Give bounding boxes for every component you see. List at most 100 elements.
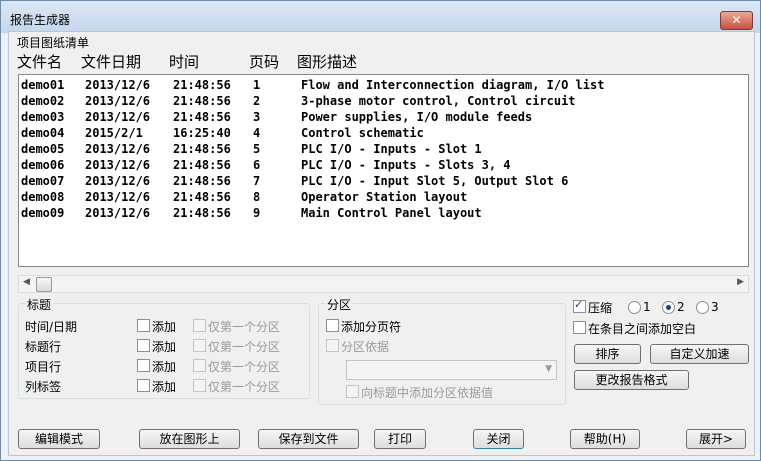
cell-time: 21:48:56 <box>173 78 231 92</box>
cell-page: 8 <box>253 190 261 204</box>
add-column-label-label: 添加 <box>152 380 177 394</box>
drawing-list[interactable]: demo01 2013/12/6 21:48:56 1 Flow and Interco… <box>18 74 749 267</box>
cell-description: Power supplies, I/O module feeds <box>301 110 533 124</box>
titles-group-legend: 标题 <box>25 296 54 313</box>
cell-time: 21:48:56 <box>173 190 231 204</box>
datetime-first-only-label: 仅第一个分区 <box>208 320 281 334</box>
compress-radio-2[interactable] <box>662 301 675 314</box>
add-column-label-checkbox[interactable] <box>137 379 150 392</box>
cell-filename: demo07 <box>21 174 65 188</box>
cell-filename: demo08 <box>21 190 65 204</box>
save-to-file-button[interactable]: 保存到文件 <box>258 429 359 449</box>
scroll-thumb[interactable] <box>36 277 52 292</box>
edit-mode-button[interactable]: 编辑模式 <box>18 429 100 449</box>
list-caption: 项目图纸清单 <box>17 36 90 50</box>
cell-filename: demo03 <box>21 110 65 124</box>
cell-page: 1 <box>253 78 261 92</box>
help-button[interactable]: 帮助(H) <box>570 429 640 449</box>
expand-button[interactable]: 展开> <box>686 429 746 449</box>
cell-description: Control schematic <box>301 126 424 140</box>
cell-filename: demo06 <box>21 158 65 172</box>
cell-description: 3-phase motor control, Control circuit <box>301 94 576 108</box>
horizontal-scrollbar[interactable]: ◀ ▶ <box>18 275 749 293</box>
column-header-page: 页码 <box>249 53 280 71</box>
close-button[interactable]: 关闭 <box>473 429 524 449</box>
add-to-title-label: 向标题中添加分区依据值 <box>361 386 494 400</box>
cell-description: Operator Station layout <box>301 190 468 204</box>
section-by-combobox[interactable]: ▼ <box>346 360 557 380</box>
title-first-only-label: 仅第一个分区 <box>208 340 281 354</box>
add-to-title-checkbox[interactable] <box>346 385 359 398</box>
list-row[interactable]: demo04 2015/2/1 16:25:40 4 Control schematic <box>19 125 748 141</box>
list-row[interactable]: demo08 2013/12/6 21:48:56 8 Operator Station… <box>19 189 748 205</box>
add-project-checkbox[interactable] <box>137 359 150 372</box>
column-first-only-label: 仅第一个分区 <box>208 380 281 394</box>
add-project-label: 添加 <box>152 360 177 374</box>
cell-page: 2 <box>253 94 261 108</box>
cell-page: 3 <box>253 110 261 124</box>
scroll-left-icon[interactable]: ◀ <box>23 277 30 287</box>
column-header-date: 文件日期 <box>81 53 142 71</box>
cell-time: 21:48:56 <box>173 94 231 108</box>
custom-accelerate-button[interactable]: 自定义加速 <box>650 344 749 364</box>
list-row[interactable]: demo03 2013/12/6 21:48:56 3 Power supplies, … <box>19 109 748 125</box>
cell-filename: demo04 <box>21 126 65 140</box>
cell-date: 2013/12/6 <box>85 94 151 108</box>
cell-page: 5 <box>253 142 261 156</box>
cell-filename: demo02 <box>21 94 65 108</box>
cell-page: 7 <box>253 174 261 188</box>
cell-page: 4 <box>253 126 261 140</box>
add-blank-label: 在条目之间添加空白 <box>588 322 697 336</box>
close-window-button[interactable]: ✕ <box>720 11 753 30</box>
list-row[interactable]: demo02 2013/12/6 21:48:56 2 3-phase motor co… <box>19 93 748 109</box>
list-row[interactable]: demo09 2013/12/6 21:48:56 9 Main Control Pan… <box>19 205 748 221</box>
print-button[interactable]: 打印 <box>374 429 426 449</box>
compress-radio-1-label: 1 <box>643 300 651 314</box>
cell-time: 21:48:56 <box>173 174 231 188</box>
compress-checkbox[interactable] <box>573 298 586 313</box>
cell-time: 21:48:56 <box>173 110 231 124</box>
add-blank-checkbox[interactable] <box>573 321 586 334</box>
change-format-button[interactable]: 更改报告格式 <box>574 370 689 390</box>
list-row[interactable]: demo01 2013/12/6 21:48:56 1 Flow and Interco… <box>19 77 748 93</box>
title-first-only-checkbox[interactable] <box>193 339 206 352</box>
scroll-right-icon[interactable]: ▶ <box>737 277 744 287</box>
report-generator-window: 报告生成器 ✕ 项目图纸清单 文件名 文件日期 时间 页码 图形描述 demo0… <box>0 0 761 461</box>
title-row-label-column: 列标签 <box>25 380 62 394</box>
add-page-break-checkbox[interactable] <box>326 319 339 332</box>
add-title-label: 添加 <box>152 340 177 354</box>
section-by-checkbox[interactable] <box>326 339 339 352</box>
chevron-down-icon[interactable]: ▼ <box>545 364 552 374</box>
compress-radio-2-label: 2 <box>677 300 685 314</box>
cell-description: PLC I/O - Inputs - Slots 3, 4 <box>301 158 511 172</box>
compress-radio-3-label: 3 <box>711 300 719 314</box>
cell-description: Flow and Interconnection diagram, I/O li… <box>301 78 605 92</box>
cell-date: 2015/2/1 <box>85 126 143 140</box>
cell-description: Main Control Panel layout <box>301 206 482 220</box>
section-by-label: 分区依据 <box>341 340 390 354</box>
cell-time: 16:25:40 <box>173 126 231 140</box>
compress-radio-1[interactable] <box>628 301 641 314</box>
title-bar: 报告生成器 ✕ <box>1 1 760 33</box>
cell-description: PLC I/O - Input Slot 5, Output Slot 6 <box>301 174 569 188</box>
cell-time: 21:48:56 <box>173 142 231 156</box>
cell-filename: demo09 <box>21 206 65 220</box>
add-datetime-checkbox[interactable] <box>137 319 150 332</box>
cell-filename: demo01 <box>21 78 65 92</box>
datetime-first-only-checkbox[interactable] <box>193 319 206 332</box>
list-row[interactable]: demo06 2013/12/6 21:48:56 6 PLC I/O - Inputs… <box>19 157 748 173</box>
list-row[interactable]: demo07 2013/12/6 21:48:56 7 PLC I/O - Input … <box>19 173 748 189</box>
sort-button[interactable]: 排序 <box>574 344 641 364</box>
place-on-drawing-button[interactable]: 放在图形上 <box>139 429 240 449</box>
project-first-only-checkbox[interactable] <box>193 359 206 372</box>
add-title-checkbox[interactable] <box>137 339 150 352</box>
cell-date: 2013/12/6 <box>85 110 151 124</box>
cell-date: 2013/12/6 <box>85 158 151 172</box>
compress-radio-3[interactable] <box>696 301 709 314</box>
list-row[interactable]: demo05 2013/12/6 21:48:56 5 PLC I/O - Inputs… <box>19 141 748 157</box>
add-page-break-label: 添加分页符 <box>341 320 402 334</box>
cell-date: 2013/12/6 <box>85 142 151 156</box>
cell-date: 2013/12/6 <box>85 78 151 92</box>
column-first-only-checkbox[interactable] <box>193 379 206 392</box>
title-row-label-datetime: 时间/日期 <box>25 320 78 334</box>
